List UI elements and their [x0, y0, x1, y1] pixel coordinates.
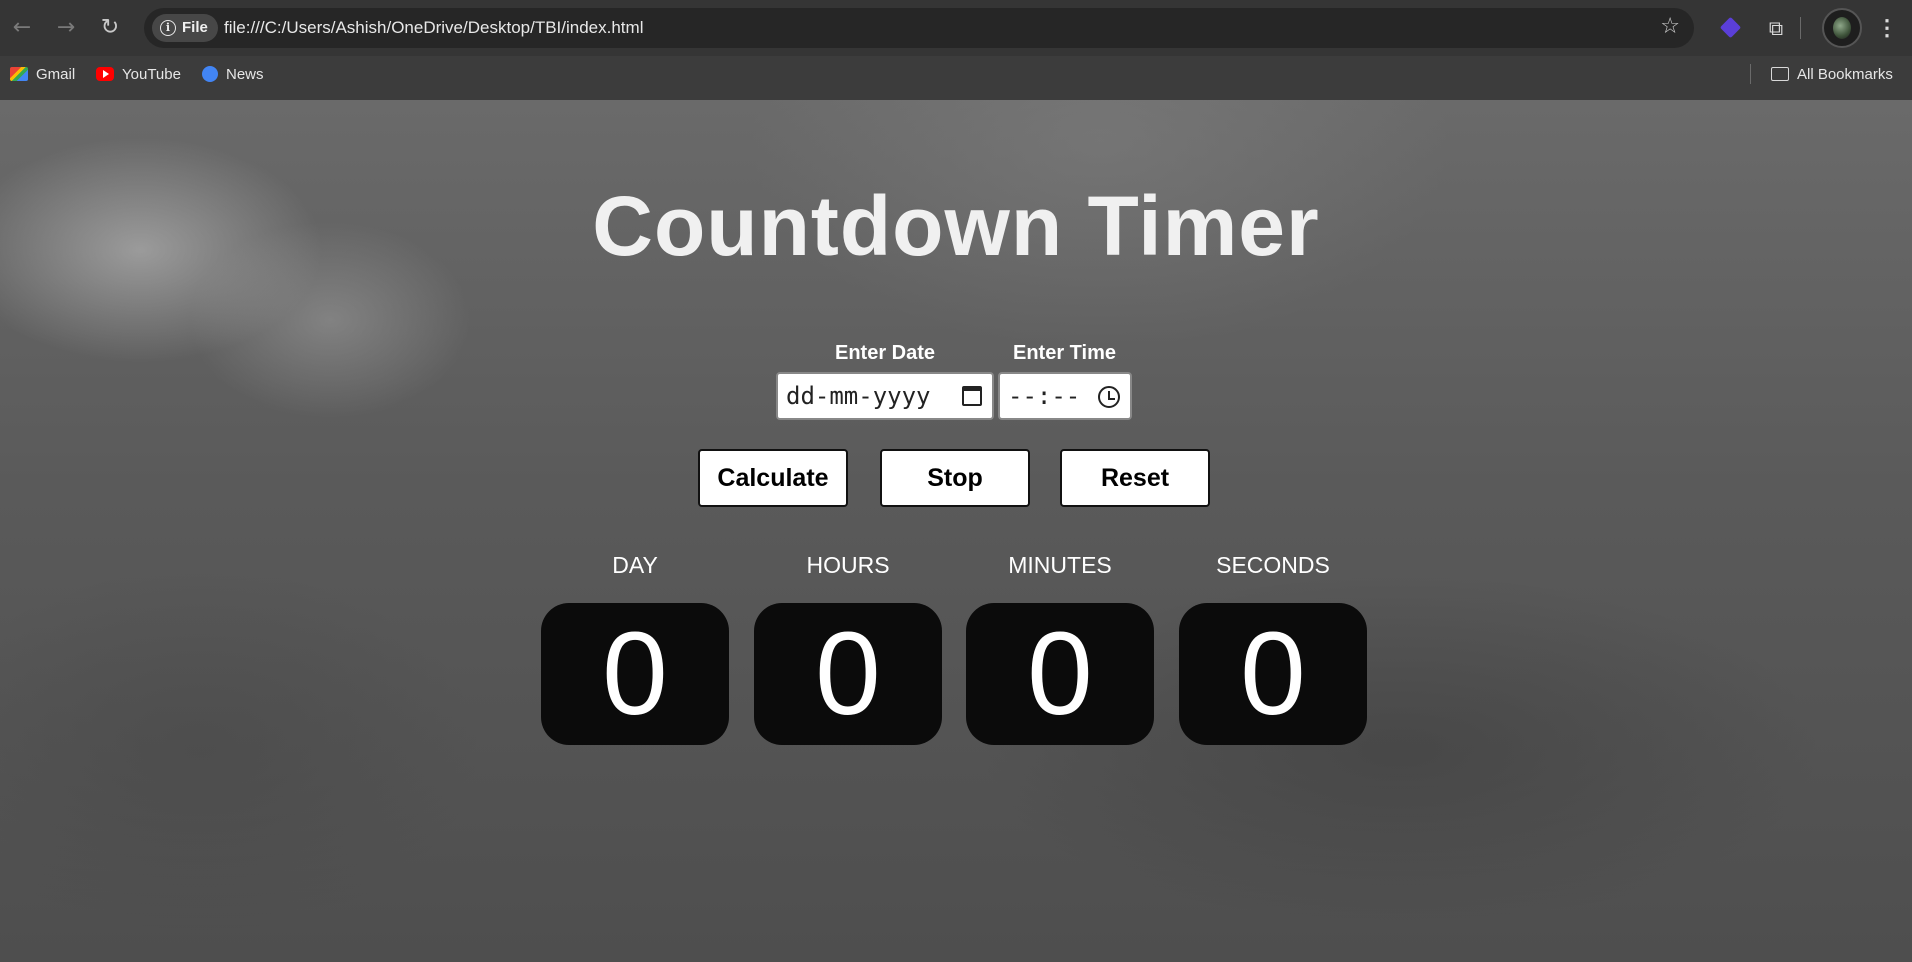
folder-icon [1771, 67, 1789, 81]
clock-icon[interactable] [1098, 386, 1120, 408]
gmail-icon [10, 67, 28, 81]
bookmarks-bar: Gmail YouTube News All Bookmarks [0, 56, 1912, 100]
minutes-value: 0 [966, 603, 1154, 745]
date-label: Enter Date [835, 342, 936, 364]
browser-chrome: ← → ↻ i File file:///C:/Users/Ashish/One… [0, 0, 1912, 100]
reset-button[interactable]: Reset [1060, 449, 1210, 507]
site-info-chip[interactable]: i File [152, 14, 218, 42]
bookmark-youtube[interactable]: YouTube [96, 56, 181, 92]
bookmark-label: News [226, 65, 264, 83]
calendar-icon[interactable] [962, 386, 982, 406]
back-arrow-icon[interactable]: ← [8, 14, 36, 42]
extension-icon[interactable] [1717, 14, 1745, 42]
news-icon [202, 66, 218, 82]
forward-arrow-icon[interactable]: → [52, 14, 80, 42]
url-text[interactable]: file:///C:/Users/Ashish/OneDrive/Desktop… [224, 8, 643, 48]
hours-value: 0 [754, 603, 942, 745]
seconds-label: SECONDS [1216, 552, 1330, 578]
all-bookmarks-label: All Bookmarks [1797, 65, 1893, 83]
youtube-icon [96, 67, 114, 81]
bookmark-gmail[interactable]: Gmail [10, 56, 75, 92]
star-icon[interactable]: ☆ [1660, 14, 1680, 39]
seconds-value: 0 [1179, 603, 1367, 745]
browser-toolbar: ← → ↻ i File file:///C:/Users/Ashish/One… [0, 0, 1912, 56]
bookmark-label: YouTube [122, 65, 181, 83]
date-input[interactable]: dd-mm-yyyy [776, 372, 994, 420]
time-input[interactable]: --:-- [998, 372, 1132, 420]
stop-button[interactable]: Stop [880, 449, 1030, 507]
address-bar[interactable]: i File file:///C:/Users/Ashish/OneDrive/… [144, 8, 1694, 48]
time-label: Enter Time [1013, 342, 1116, 364]
menu-icon[interactable]: ⋮ [1876, 14, 1898, 42]
puzzle-icon[interactable]: ⧉ [1762, 14, 1790, 42]
calculate-button[interactable]: Calculate [698, 449, 848, 507]
all-bookmarks-button[interactable]: All Bookmarks [1771, 56, 1893, 92]
hours-label: HOURS [806, 552, 890, 578]
toolbar-divider [1800, 17, 1801, 39]
info-icon: i [160, 20, 176, 36]
avatar[interactable] [1822, 8, 1862, 48]
bookmark-news[interactable]: News [202, 56, 264, 92]
day-label: DAY [612, 552, 658, 578]
minutes-label: MINUTES [1008, 552, 1112, 578]
page-title: Countdown Timer [592, 179, 1320, 273]
day-value: 0 [541, 603, 729, 745]
page-content: Countdown Timer Enter Date Enter Time dd… [0, 100, 1912, 962]
date-placeholder: dd-mm-yyyy [786, 382, 931, 410]
bookmark-label: Gmail [36, 65, 76, 83]
site-chip-label: File [182, 19, 208, 36]
reload-icon[interactable]: ↻ [96, 14, 124, 42]
time-placeholder: --:-- [1008, 382, 1081, 410]
bookmarks-divider [1750, 64, 1751, 84]
